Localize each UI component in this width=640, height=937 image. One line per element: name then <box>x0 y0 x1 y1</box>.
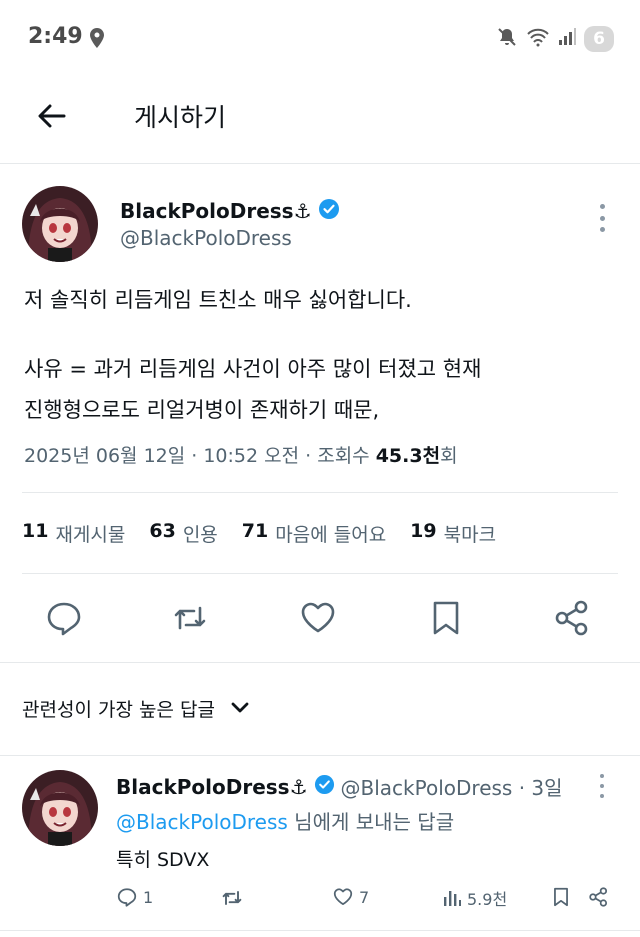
bookmarks-count: 19 <box>410 520 437 542</box>
divider <box>0 662 640 663</box>
post-text-line: 사유 = 과거 리듬게임 사건이 아주 많이 터졌고 현재 <box>24 357 482 381</box>
share-icon <box>589 887 608 907</box>
like-icon <box>333 888 353 906</box>
share-icon[interactable] <box>553 598 593 638</box>
reply-to-line: @BlackPoloDress 님에게 보내는 답글 <box>116 806 454 835</box>
reply-bookmark-button[interactable] <box>550 886 572 908</box>
bookmark-icon[interactable] <box>426 598 466 638</box>
quotes-stat[interactable]: 63 인용 <box>149 520 217 547</box>
quotes-label: 인용 <box>182 524 218 546</box>
post-avatar[interactable] <box>22 186 98 262</box>
reply-author-row: BlackPoloDress⚓ @BlackPoloDress · 3일 <box>116 772 563 801</box>
reply-icon[interactable] <box>44 598 84 638</box>
mention-link[interactable]: @BlackPoloDress <box>116 810 288 834</box>
post-text-line: 진행형으로도 리얼거병이 존재하기 때문, <box>24 398 380 422</box>
reposts-count: 11 <box>22 520 49 542</box>
signal-icon <box>558 28 577 50</box>
wifi-icon <box>526 27 550 51</box>
reply-share-button[interactable] <box>588 886 610 908</box>
post-actions <box>0 598 640 642</box>
status-bar: 2:49 6 <box>0 0 640 78</box>
post-text-line: 저 솔직히 리듬게임 트친소 매우 싫어합니다. <box>24 288 412 312</box>
verified-icon <box>314 774 335 799</box>
likes-label: 마음에 들어요 <box>275 524 387 546</box>
reply-sort-dropdown[interactable]: 관련성이 가장 높은 답글 <box>22 695 251 722</box>
status-icons: 6 <box>496 26 614 52</box>
reply-to-suffix: 님에게 보내는 답글 <box>287 810 455 834</box>
post-display-name[interactable]: BlackPoloDress⚓ <box>120 199 312 223</box>
post-more-button[interactable] <box>597 204 607 232</box>
divider <box>0 930 640 931</box>
back-button[interactable] <box>34 98 70 134</box>
reply-reply-button[interactable]: 1 <box>116 886 153 908</box>
bookmark-icon <box>554 887 568 907</box>
bookmarks-label: 북마크 <box>443 524 497 546</box>
post-author-row: BlackPoloDress⚓ <box>120 198 340 224</box>
notification-count-badge: 6 <box>584 26 614 52</box>
repost-icon[interactable] <box>170 598 210 638</box>
divider <box>22 573 618 574</box>
back-arrow-icon <box>38 104 66 128</box>
like-icon[interactable] <box>298 598 338 638</box>
views-suffix: 회 <box>440 445 458 467</box>
header: 게시하기 <box>0 78 640 164</box>
location-icon <box>90 28 104 52</box>
views-count: 45.3천 <box>375 445 441 467</box>
reply-text: 특히 SDVX <box>116 849 210 871</box>
bookmarks-stat[interactable]: 19 북마크 <box>410 520 496 547</box>
reply-actions: 1 7 5.9천 <box>0 886 640 916</box>
divider <box>22 492 618 493</box>
stats-row: 11 재게시물 63 인용 71 마음에 들어요 19 북마크 <box>22 520 496 547</box>
reply-more-button[interactable] <box>598 774 606 798</box>
reposts-label: 재게시물 <box>55 524 126 546</box>
chevron-down-icon <box>229 696 251 722</box>
reposts-stat[interactable]: 11 재게시물 <box>22 520 125 547</box>
status-time: 2:49 <box>28 24 83 49</box>
quotes-count: 63 <box>149 520 176 542</box>
divider <box>0 755 640 756</box>
reply-avatar[interactable] <box>22 770 98 846</box>
reply-views-count: 5.9천 <box>467 890 508 909</box>
post-handle[interactable]: @BlackPoloDress <box>120 226 292 250</box>
mute-icon <box>496 26 518 52</box>
repost-icon <box>222 891 242 905</box>
reply-replies-count: 1 <box>143 887 154 907</box>
reply-icon <box>117 888 137 907</box>
sort-label: 관련성이 가장 높은 답글 <box>22 699 215 721</box>
page-title: 게시하기 <box>134 103 227 132</box>
views-chart-icon <box>444 891 461 906</box>
reply-views-button[interactable]: 5.9천 <box>442 886 507 910</box>
reply-handle-time[interactable]: @BlackPoloDress · 3일 <box>341 772 563 801</box>
reply-display-name[interactable]: BlackPoloDress⚓ <box>116 775 308 799</box>
reply-likes-count: 7 <box>359 887 370 907</box>
post-date[interactable]: 2025년 06월 12일 · 10:52 오전 · 조회수 <box>24 445 376 467</box>
reply-repost-button[interactable] <box>220 886 244 910</box>
likes-count: 71 <box>241 520 269 542</box>
post-meta: 2025년 06월 12일 · 10:52 오전 · 조회수 45.3천회 <box>24 441 458 468</box>
verified-icon <box>318 198 340 224</box>
likes-stat[interactable]: 71 마음에 들어요 <box>242 520 386 547</box>
reply-like-button[interactable]: 7 <box>332 886 369 908</box>
